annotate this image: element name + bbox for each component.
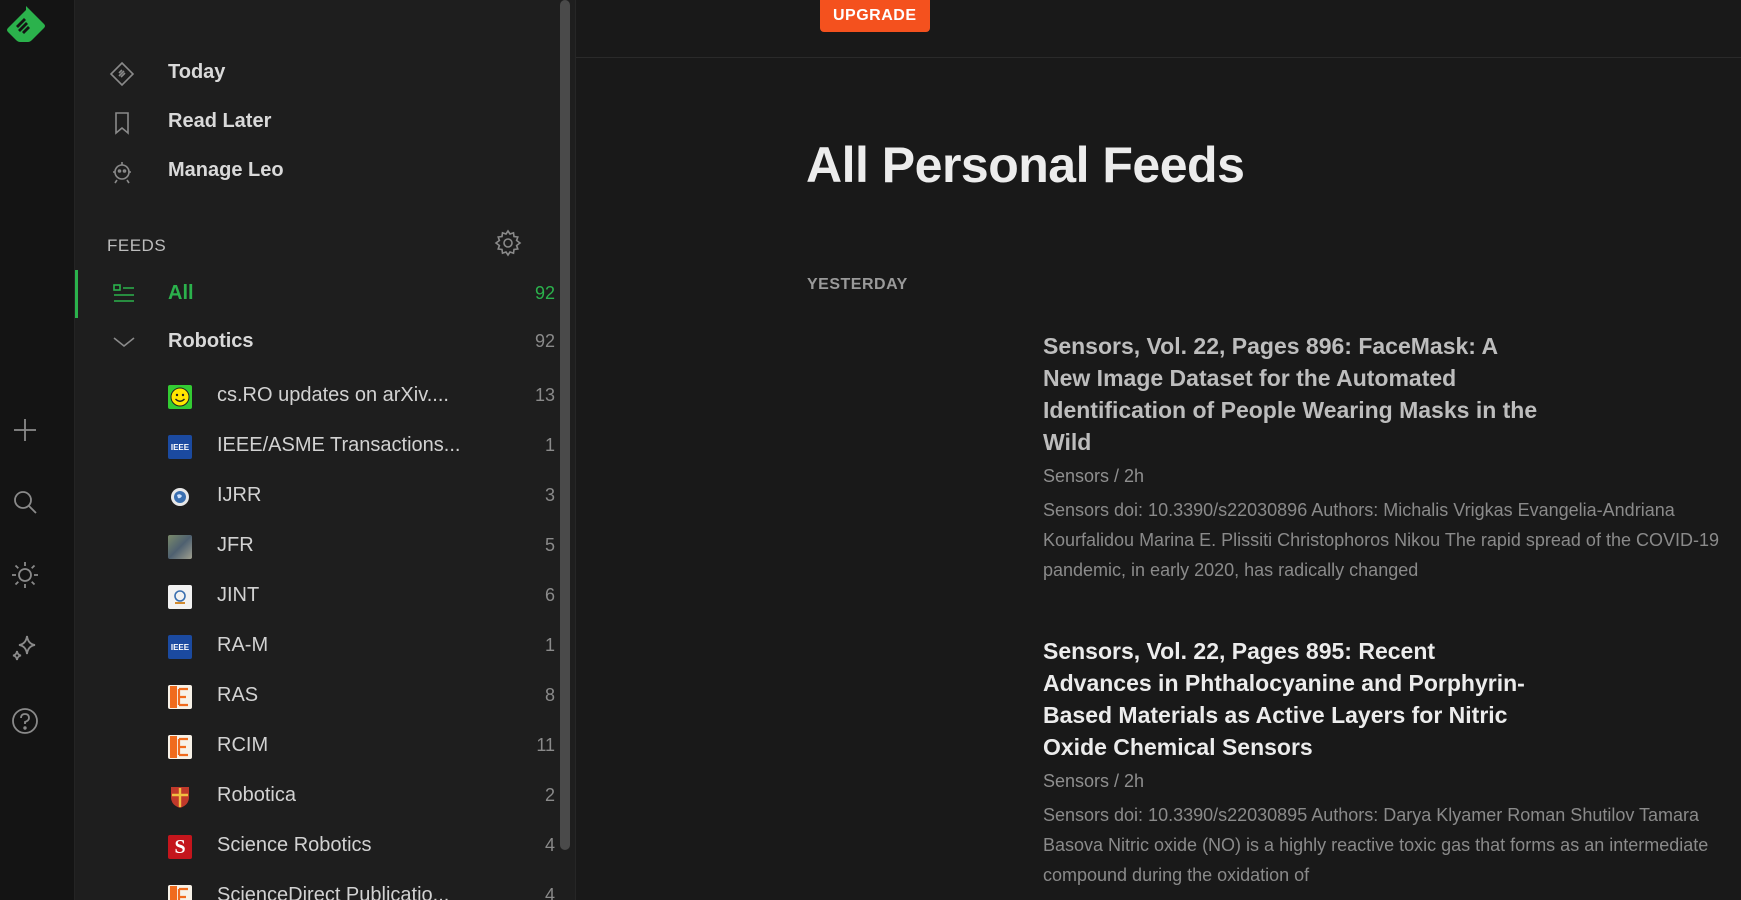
feed-item-label: JINT <box>217 584 260 606</box>
feed-item[interactable]: S Science Robotics 4 <box>75 822 555 872</box>
top-bar: UPGRADE <box>576 0 1741 58</box>
feed-item[interactable]: RCIM 11 <box>75 722 555 772</box>
page-title: All Personal Feeds <box>806 137 1245 193</box>
bookmark-icon <box>109 110 133 135</box>
search-icon[interactable] <box>5 482 45 522</box>
nav-manage-leo-label: Manage Leo <box>168 158 284 181</box>
all-feeds-icon <box>112 282 136 306</box>
feed-group-count: 92 <box>534 331 555 351</box>
feed-item-count: 6 <box>544 585 555 605</box>
arxiv-smiley-icon <box>168 385 192 409</box>
feed-item[interactable]: JINT 6 <box>75 572 555 622</box>
main-content: UPGRADE All Personal Feeds YESTERDAY Sen… <box>576 0 1741 900</box>
article-card[interactable]: Sensors, Vol. 22, Pages 896: FaceMask: A… <box>1043 330 1741 585</box>
theme-sun-icon[interactable] <box>5 555 45 595</box>
day-group-label: YESTERDAY <box>807 276 908 293</box>
help-icon[interactable] <box>5 701 45 741</box>
nav-manage-leo[interactable]: Manage Leo <box>75 148 555 192</box>
chevron-down-icon[interactable] <box>112 330 136 354</box>
feed-item-label: cs.RO updates on arXiv.... <box>217 384 449 406</box>
feed-item-count: 4 <box>544 885 555 900</box>
feed-item-label: RCIM <box>217 734 269 756</box>
feed-item[interactable]: RAS 8 <box>75 672 555 722</box>
feed-item[interactable]: cs.RO updates on arXiv.... 13 <box>75 372 555 422</box>
article-title[interactable]: Sensors, Vol. 22, Pages 896: FaceMask: A… <box>1043 330 1543 458</box>
article-title[interactable]: Sensors, Vol. 22, Pages 895: Recent Adva… <box>1043 635 1543 763</box>
jfr-thumbnail-icon <box>168 535 192 559</box>
article-meta: Sensors / 2h <box>1043 466 1145 486</box>
jint-logo-icon <box>168 585 192 609</box>
feed-item-count: 13 <box>534 385 555 405</box>
nav-read-later[interactable]: Read Later <box>75 99 555 143</box>
feed-item-count: 1 <box>544 435 555 455</box>
science-s-icon: S <box>168 835 192 859</box>
feed-item-label: IJRR <box>217 484 262 506</box>
nav-today[interactable]: Today <box>75 50 555 94</box>
gear-icon[interactable] <box>493 228 523 258</box>
leo-robot-icon <box>109 159 133 184</box>
feed-item[interactable]: IEEE IEEE/ASME Transactions... 1 <box>75 422 555 472</box>
sidebar: Today Read Later Manage Leo FEEDS All 92… <box>75 0 576 900</box>
feed-item-label: Robotica <box>217 784 296 806</box>
icon-rail <box>0 0 75 900</box>
feed-item-count: 3 <box>544 485 555 505</box>
ijrr-globe-icon <box>168 485 192 509</box>
add-icon[interactable] <box>5 410 45 450</box>
feed-group-label: Robotics <box>168 330 254 352</box>
feed-item[interactable]: IJRR 3 <box>75 472 555 522</box>
feed-item[interactable]: JFR 5 <box>75 522 555 572</box>
article-card[interactable]: Sensors, Vol. 22, Pages 895: Recent Adva… <box>1043 635 1741 890</box>
feed-item-count: 8 <box>544 685 555 705</box>
feed-item-label: Science Robotics <box>217 834 372 856</box>
article-summary: Sensors doi: 10.3390/s22030895 Authors: … <box>1043 805 1709 885</box>
feed-item-label: RAS <box>217 684 259 706</box>
feed-item-count: 5 <box>544 535 555 555</box>
feed-all[interactable]: All 92 <box>75 270 555 318</box>
feedly-logo-icon[interactable] <box>4 4 48 48</box>
article-summary: Sensors doi: 10.3390/s22030896 Authors: … <box>1043 500 1719 580</box>
feed-item-count: 4 <box>544 835 555 855</box>
feed-item-label: ScienceDirect Publicatio... <box>217 884 450 900</box>
feed-item-count: 2 <box>544 785 555 805</box>
article-meta: Sensors / 2h <box>1043 771 1145 791</box>
feed-item-count: 1 <box>544 635 555 655</box>
cambridge-shield-icon <box>168 785 192 809</box>
feed-item-label: RA-M <box>217 634 269 656</box>
feed-all-label: All <box>168 282 194 304</box>
sparkle-icon[interactable] <box>5 628 45 668</box>
nav-read-later-label: Read Later <box>168 109 272 132</box>
feeds-section-title: FEEDS <box>107 236 167 255</box>
elsevier-icon <box>168 885 192 900</box>
sidebar-scrollbar[interactable] <box>560 0 570 850</box>
feed-item[interactable]: IEEE RA-M 1 <box>75 622 555 672</box>
ieee-icon: IEEE <box>168 635 192 659</box>
today-icon <box>109 61 135 87</box>
elsevier-icon <box>168 685 192 709</box>
feed-item-count: 11 <box>536 735 555 755</box>
elsevier-icon <box>168 735 192 759</box>
feed-item[interactable]: ScienceDirect Publicatio... 4 <box>75 872 555 900</box>
upgrade-button[interactable]: UPGRADE <box>820 0 930 32</box>
feed-item[interactable]: Robotica 2 <box>75 772 555 822</box>
feed-item-label: JFR <box>217 534 254 556</box>
feed-all-count: 92 <box>534 283 555 303</box>
active-indicator <box>75 270 78 318</box>
feed-item-label: IEEE/ASME Transactions... <box>217 434 461 456</box>
ieee-icon: IEEE <box>168 435 192 459</box>
nav-today-label: Today <box>168 60 226 83</box>
feed-group-robotics[interactable]: Robotics 92 <box>75 318 555 366</box>
